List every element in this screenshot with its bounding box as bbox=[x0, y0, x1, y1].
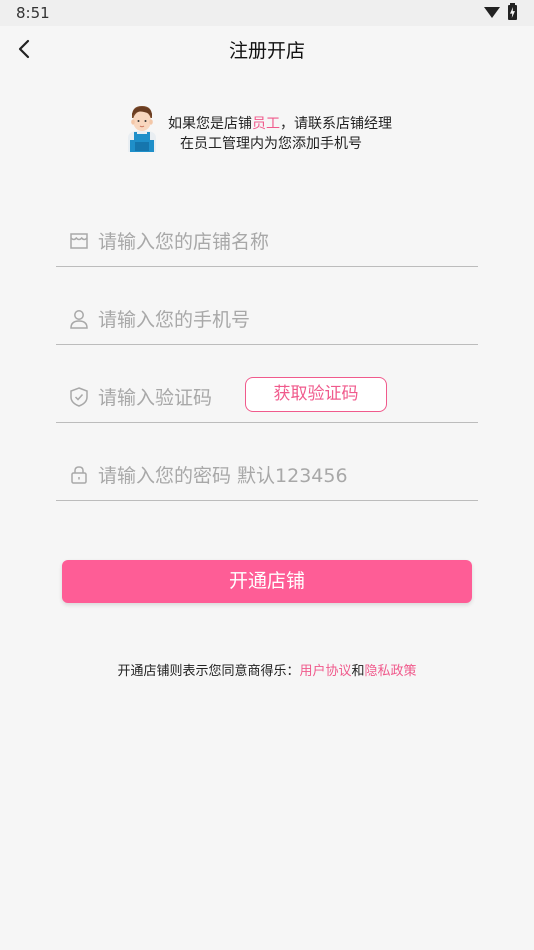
lock-icon bbox=[71, 466, 87, 484]
agreement-text: 开通店铺则表示您同意商得乐：用户协议和隐私政策 bbox=[0, 660, 534, 679]
notice-suffix: ，请联系店铺经理 bbox=[280, 116, 392, 132]
privacy-policy-link[interactable]: 隐私政策 bbox=[365, 664, 417, 679]
notice-line2: 在员工管理内为您添加手机号 bbox=[180, 136, 362, 152]
get-code-button[interactable]: 获取验证码 bbox=[245, 377, 387, 412]
notice-highlight: 员工 bbox=[252, 116, 280, 132]
code-field: 获取验证码 bbox=[56, 374, 478, 423]
phone-field bbox=[56, 296, 478, 345]
phone-input[interactable] bbox=[98, 304, 468, 336]
notice-prefix: 如果您是店铺 bbox=[168, 116, 252, 132]
nav-bar: 注册开店 bbox=[0, 26, 534, 74]
wifi-icon bbox=[484, 7, 500, 18]
open-store-button[interactable]: 开通店铺 bbox=[62, 560, 472, 603]
shield-check-icon bbox=[70, 387, 88, 407]
store-icon bbox=[70, 233, 88, 249]
store-name-field bbox=[56, 218, 478, 267]
agreement-and: 和 bbox=[351, 664, 365, 679]
user-agreement-link[interactable]: 用户协议 bbox=[299, 664, 351, 679]
status-bar: 8:51 bbox=[0, 0, 534, 26]
agreement-prefix: 开通店铺则表示您同意商得乐： bbox=[117, 664, 300, 679]
battery-icon bbox=[508, 3, 517, 20]
store-name-input[interactable] bbox=[98, 226, 468, 258]
employee-notice: 如果您是店铺员工，请联系店铺经理 在员工管理内为您添加手机号 bbox=[124, 104, 424, 160]
page-title: 注册开店 bbox=[228, 40, 305, 62]
worker-avatar-icon bbox=[128, 106, 156, 152]
user-icon bbox=[70, 310, 88, 329]
notice-text: 如果您是店铺员工，请联系店铺经理 在员工管理内为您添加手机号 bbox=[168, 114, 392, 154]
code-input[interactable] bbox=[98, 382, 228, 414]
status-time: 8:51 bbox=[16, 4, 50, 22]
password-field bbox=[56, 452, 478, 501]
password-input[interactable] bbox=[98, 460, 468, 492]
